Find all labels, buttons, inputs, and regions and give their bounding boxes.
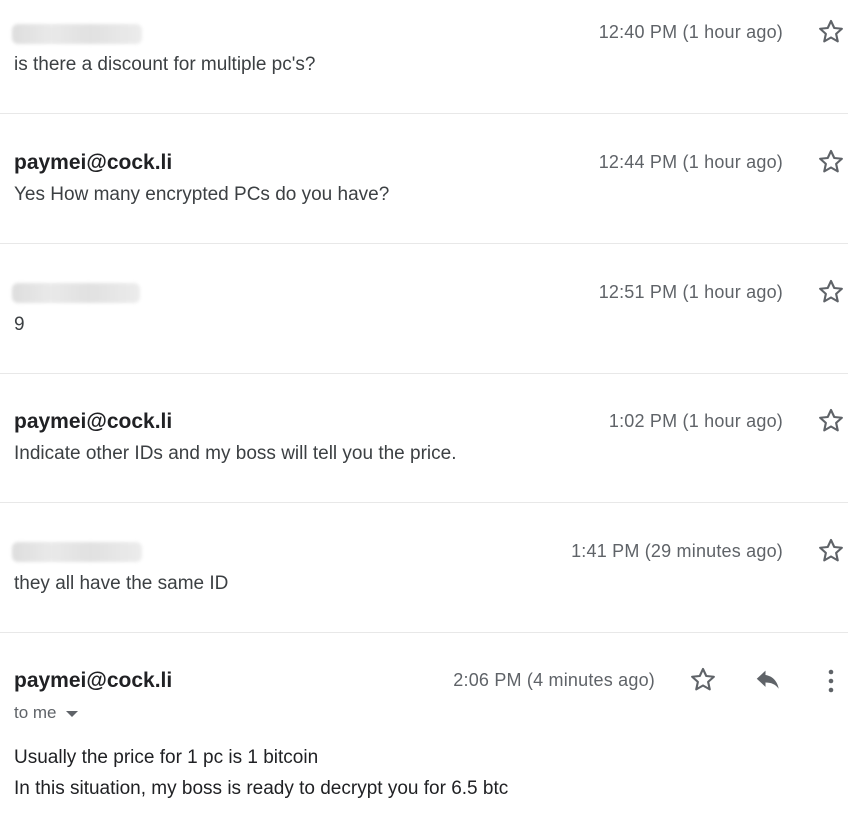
star-icon[interactable]	[816, 17, 846, 47]
caret-down-icon	[65, 709, 79, 719]
collapsed-message[interactable]: 1:41 PM (29 minutes ago) they all have t…	[0, 503, 848, 632]
collapsed-message[interactable]: paymei@cock.li 12:44 PM (1 hour ago) Yes…	[0, 114, 848, 243]
email-thread: 12:40 PM (1 hour ago) is there a discoun…	[0, 0, 862, 825]
redacted-sender-name	[12, 24, 142, 44]
message-snippet: is there a discount for multiple pc's?	[14, 54, 316, 75]
message-snippet: Indicate other IDs and my boss will tell…	[14, 443, 457, 464]
redacted-sender-name	[12, 542, 142, 562]
collapsed-message[interactable]: 12:40 PM (1 hour ago) is there a discoun…	[0, 0, 848, 113]
recipient-label: to me	[14, 703, 57, 722]
message-snippet: Yes How many encrypted PCs do you have?	[14, 184, 390, 205]
message-snippet: they all have the same ID	[14, 573, 229, 594]
redacted-sender-name	[12, 283, 140, 303]
star-icon[interactable]	[816, 147, 846, 177]
recipient-details-toggle[interactable]: to me	[14, 703, 79, 723]
star-icon[interactable]	[688, 665, 718, 695]
message-timestamp: 1:41 PM (29 minutes ago)	[571, 541, 783, 561]
star-icon[interactable]	[816, 277, 846, 307]
sender-name: paymei@cock.li	[14, 669, 173, 692]
message-body-line: In this situation, my boss is ready to d…	[14, 778, 509, 799]
message-timestamp: 12:44 PM (1 hour ago)	[598, 152, 783, 172]
star-icon[interactable]	[816, 536, 846, 566]
collapsed-message[interactable]: 12:51 PM (1 hour ago) 9	[0, 244, 848, 373]
message-timestamp: 12:40 PM (1 hour ago)	[598, 22, 783, 42]
star-icon[interactable]	[816, 406, 846, 436]
message-timestamp: 12:51 PM (1 hour ago)	[598, 282, 783, 302]
message-snippet: 9	[14, 314, 25, 335]
sender-name: paymei@cock.li	[14, 151, 173, 174]
collapsed-message[interactable]: paymei@cock.li 1:02 PM (1 hour ago) Indi…	[0, 374, 848, 502]
message-body-line: Usually the price for 1 pc is 1 bitcoin	[14, 747, 319, 768]
message-timestamp: 2:06 PM (4 minutes ago)	[453, 670, 655, 690]
message-timestamp: 1:02 PM (1 hour ago)	[608, 411, 783, 431]
more-vertical-icon[interactable]	[823, 666, 839, 696]
sender-name: paymei@cock.li	[14, 410, 173, 433]
reply-icon[interactable]	[752, 665, 784, 695]
expanded-message: paymei@cock.li 2:06 PM (4 minutes ago) t…	[0, 633, 848, 825]
